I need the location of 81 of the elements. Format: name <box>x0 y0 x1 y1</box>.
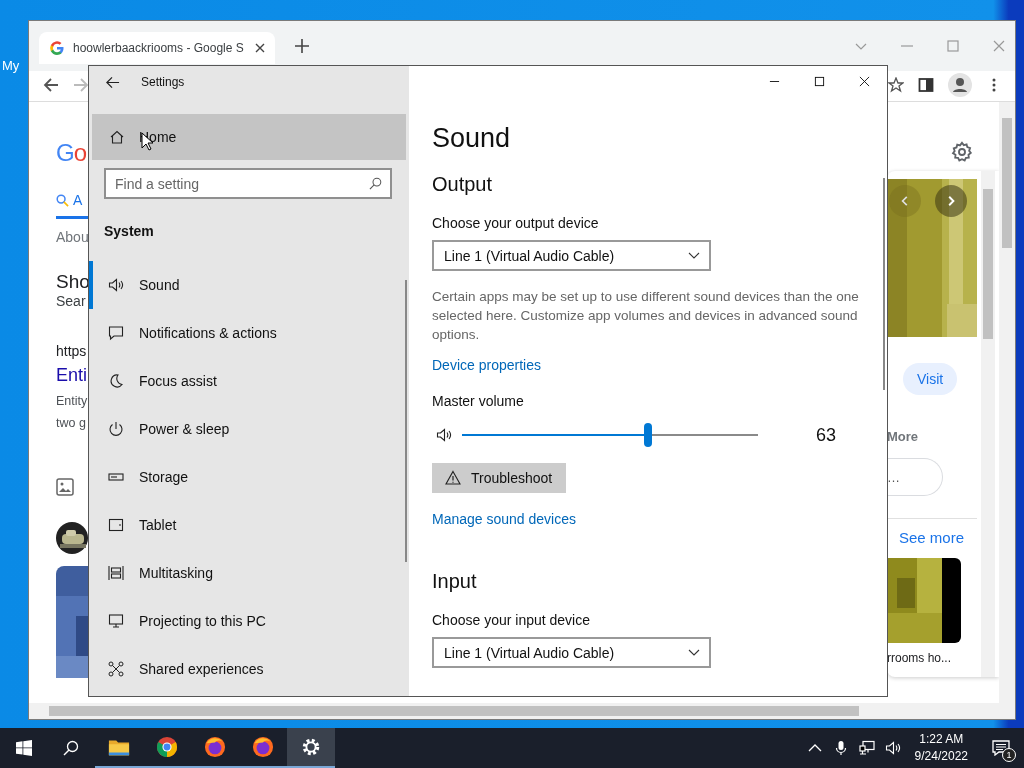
warning-icon <box>445 470 461 486</box>
device-properties-link[interactable]: Device properties <box>432 357 541 373</box>
section-heading: System <box>104 223 155 239</box>
video-caption: rrooms ho... <box>887 651 952 665</box>
nav-item[interactable]: Power & sleep <box>89 405 389 453</box>
result-url[interactable]: https <box>56 343 87 359</box>
back-arrow-icon[interactable] <box>105 74 120 90</box>
field-label: Choose your input device <box>432 612 590 628</box>
volume-value: 63 <box>816 424 837 446</box>
monitor-icon <box>108 613 124 629</box>
slider-thumb[interactable] <box>644 423 653 447</box>
horizontal-scrollbar[interactable] <box>29 703 1015 719</box>
chrome-icon <box>156 736 178 758</box>
description-text: Certain apps may be set up to use different sound devices than the one selected here. Customize app volumes and devices in advanced sound options. <box>432 288 860 344</box>
speaker-icon <box>108 277 124 293</box>
close-icon[interactable] <box>255 43 265 53</box>
input-device-dropdown[interactable]: Line 1 (Virtual Audio Cable) <box>432 637 711 668</box>
nav-item[interactable]: Sound <box>89 261 389 309</box>
back-arrow-icon[interactable] <box>43 77 59 93</box>
field-label: Master volume <box>432 393 524 409</box>
search-icon[interactable] <box>369 177 382 190</box>
notification-count-badge: 1 <box>1002 748 1016 762</box>
new-tab-icon[interactable] <box>295 39 309 53</box>
section-heading: Output <box>432 172 493 196</box>
result-title-link[interactable]: Enti <box>56 365 88 386</box>
search-field[interactable]: Find a setting <box>104 168 392 199</box>
next-button[interactable] <box>935 185 967 217</box>
see-more-link[interactable]: See more <box>899 529 965 546</box>
settings-icon[interactable] <box>951 141 973 163</box>
power-icon <box>108 421 124 437</box>
troubleshoot-button[interactable]: Troubleshoot <box>432 463 567 493</box>
page-title: Sound <box>432 122 511 154</box>
nav-item[interactable]: Notifications & actions <box>89 309 389 357</box>
search-icon <box>56 193 69 207</box>
google-g-icon <box>49 40 65 56</box>
speech-bubble-icon <box>108 325 124 341</box>
moon-icon <box>108 373 124 389</box>
notifications-button[interactable]: 1 <box>978 728 1024 768</box>
image-icon <box>56 478 74 496</box>
notification-icon <box>992 740 1010 756</box>
firefox-icon <box>252 736 274 758</box>
star-icon[interactable] <box>888 77 904 93</box>
nav-item[interactable]: Focus assist <box>89 357 389 405</box>
desktop-icon-label[interactable]: My <box>2 58 20 73</box>
profile-avatar-icon[interactable] <box>948 73 972 97</box>
output-device-dropdown[interactable]: Line 1 (Virtual Audio Cable) <box>432 240 711 271</box>
connected-nodes-icon <box>108 661 124 677</box>
gear-icon <box>300 736 322 758</box>
chevron-down-icon <box>688 251 700 260</box>
manage-sound-devices-link[interactable]: Manage sound devices <box>432 511 576 527</box>
result-snippet: Entity two g <box>56 393 88 432</box>
speaker-icon[interactable] <box>884 740 901 756</box>
nav-item[interactable]: Tablet <box>89 501 389 549</box>
home-icon <box>109 129 125 145</box>
result-stats-text: Abou <box>56 229 89 245</box>
nav-item[interactable]: Projecting to this PC <box>89 597 389 645</box>
section-subheading: Sear <box>56 293 86 309</box>
speaker-icon[interactable] <box>436 427 452 443</box>
field-label: Choose your output device <box>432 215 599 231</box>
stacked-windows-icon <box>108 565 124 581</box>
google-logo[interactable]: Go <box>56 138 87 168</box>
side-panel-icon[interactable] <box>918 77 934 93</box>
network-icon[interactable] <box>858 740 875 756</box>
taskbar-app[interactable] <box>287 728 335 768</box>
clock[interactable]: 1:22 AM 9/24/2022 <box>910 731 978 765</box>
more-label: More <box>887 429 919 444</box>
volume-slider[interactable] <box>462 423 758 447</box>
section-heading: Sho <box>56 271 90 293</box>
nav-item[interactable]: Multitasking <box>89 549 389 597</box>
browser-tab[interactable]: hoowlerbaackriooms - Google S <box>39 32 275 64</box>
chevron-down-icon <box>688 648 700 657</box>
forward-arrow-icon[interactable] <box>73 77 89 93</box>
tablet-icon <box>108 517 124 533</box>
nav-item[interactable]: Shared experiences <box>89 645 389 693</box>
section-heading: Input <box>432 569 477 593</box>
firefox-icon <box>204 736 226 758</box>
scrollbar[interactable] <box>981 171 995 677</box>
vertical-scrollbar[interactable] <box>999 102 1015 703</box>
visit-button[interactable]: Visit <box>903 363 958 395</box>
nav-item[interactable]: Storage <box>89 453 389 501</box>
window-title: Settings <box>141 75 185 89</box>
